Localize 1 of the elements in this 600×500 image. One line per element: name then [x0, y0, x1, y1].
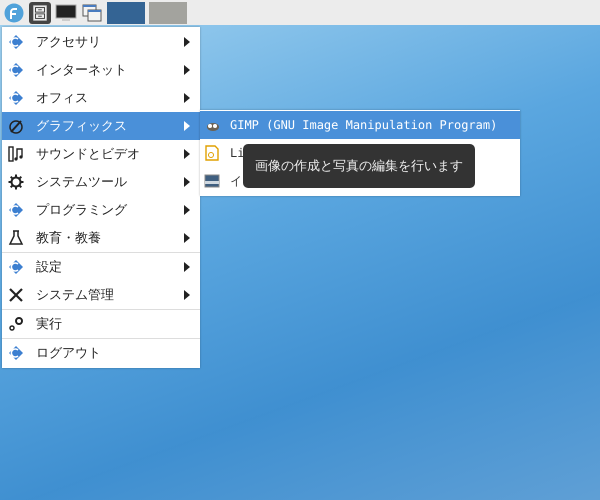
- tooltip: 画像の作成と写真の編集を行います: [243, 144, 475, 188]
